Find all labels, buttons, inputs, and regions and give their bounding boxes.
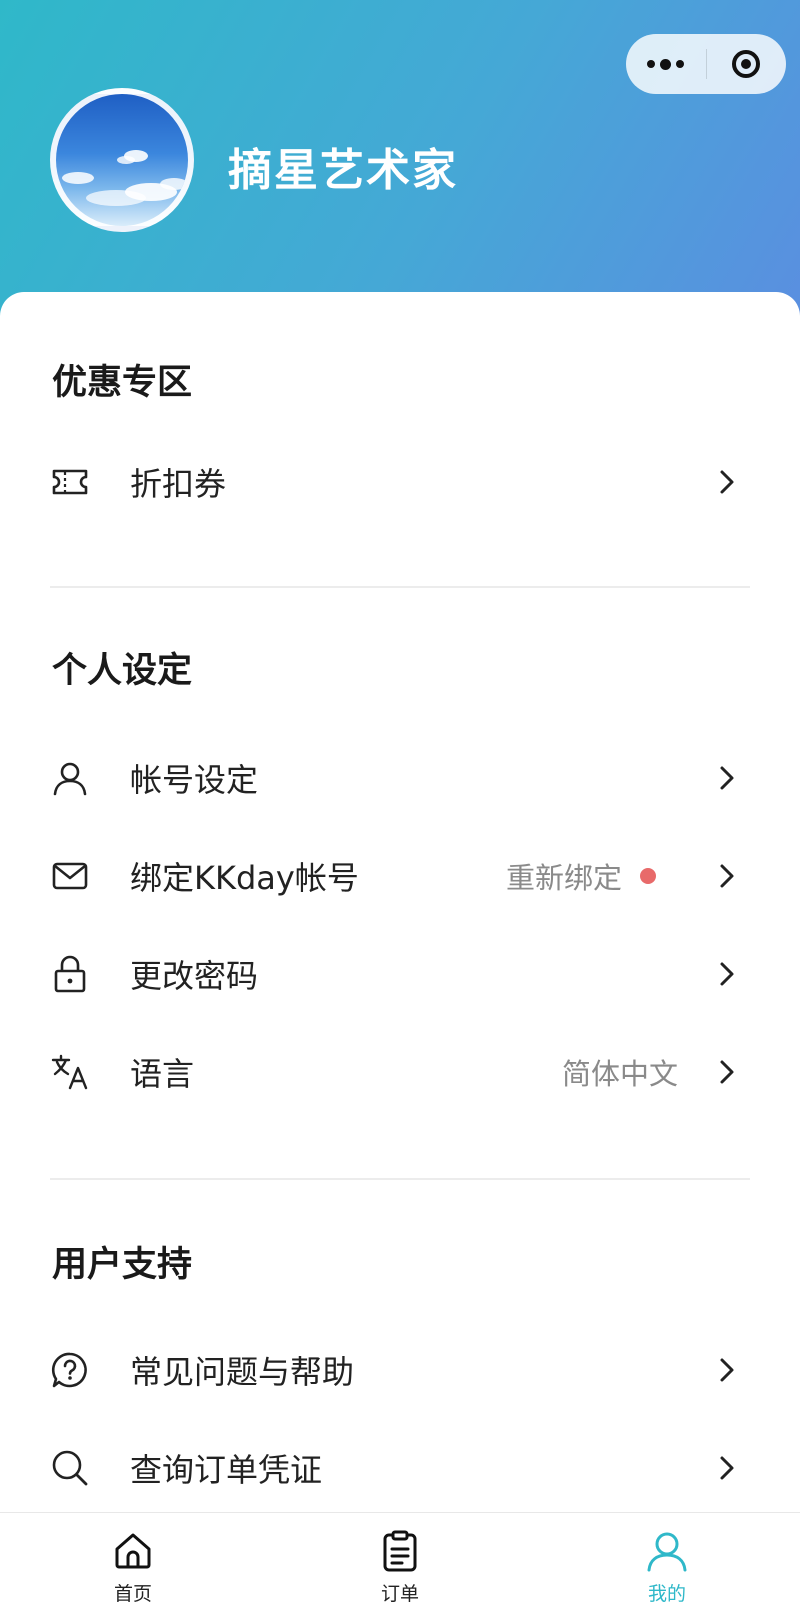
chevron-right-icon: [712, 467, 742, 497]
chevron-right-icon: [712, 861, 742, 891]
clipboard-icon: [377, 1529, 423, 1573]
list-item-order-voucher[interactable]: 查询订单凭证: [0, 1428, 800, 1508]
chevron-right-icon: [712, 1057, 742, 1087]
list-item-account-settings[interactable]: 帐号设定: [0, 738, 800, 818]
username: 摘星艺术家: [228, 145, 458, 196]
section-title-support: 用户支持: [52, 1245, 193, 1285]
profile-page: 摘星艺术家 优惠专区 折扣券 个人设定 帐号设定 绑定KKday帐号 重新绑定 …: [0, 0, 800, 1621]
sky-clouds-avatar: [62, 150, 188, 206]
tab-label: 我的: [647, 1583, 686, 1605]
tab-mine[interactable]: 我的: [587, 1513, 747, 1621]
bottom-tab-bar: 首页 订单 我的: [0, 1512, 800, 1621]
tab-orders[interactable]: 订单: [320, 1513, 480, 1621]
help-chat-icon: [50, 1350, 90, 1390]
tab-label: 首页: [113, 1583, 152, 1605]
list-item-label: 语言: [130, 1055, 195, 1093]
user-icon: [644, 1529, 690, 1573]
language-value: 简体中文: [561, 1057, 678, 1091]
lock-icon: [50, 954, 90, 994]
list-item-label: 帐号设定: [130, 761, 259, 799]
rebind-value: 重新绑定: [505, 861, 622, 895]
list-item-bind-kkday[interactable]: 绑定KKday帐号 重新绑定: [0, 836, 800, 916]
tab-label: 订单: [380, 1583, 419, 1605]
section-title-personal: 个人设定: [52, 651, 193, 691]
list-item-label: 绑定KKday帐号: [130, 859, 359, 897]
profile-header: 摘星艺术家: [0, 0, 800, 320]
list-item-coupons[interactable]: 折扣券: [0, 442, 800, 522]
more-button[interactable]: [626, 34, 706, 94]
target-icon: [732, 50, 761, 78]
settings-card: 优惠专区 折扣券 个人设定 帐号设定 绑定KKday帐号 重新绑定 更改密码 语…: [0, 292, 800, 1512]
home-icon: [110, 1529, 156, 1573]
list-item-label: 查询订单凭证: [130, 1451, 323, 1489]
section-title-promo: 优惠专区: [52, 363, 193, 403]
avatar[interactable]: [50, 88, 194, 232]
search-icon: [50, 1448, 90, 1488]
list-item-faq[interactable]: 常见问题与帮助: [0, 1330, 800, 1410]
ticket-icon: [50, 462, 90, 502]
list-item-label: 常见问题与帮助: [130, 1353, 355, 1391]
list-item-label: 更改密码: [130, 957, 259, 995]
notification-badge: [640, 868, 656, 884]
chevron-right-icon: [712, 1355, 742, 1385]
tab-home[interactable]: 首页: [53, 1513, 213, 1621]
user-icon: [50, 758, 90, 798]
mail-icon: [50, 856, 90, 896]
close-mini-program-button[interactable]: [707, 34, 787, 94]
list-item-language[interactable]: 语言 简体中文: [0, 1032, 800, 1112]
chevron-right-icon: [712, 763, 742, 793]
list-item-change-password[interactable]: 更改密码: [0, 934, 800, 1014]
chevron-right-icon: [712, 1453, 742, 1483]
mini-program-capsule: [626, 34, 786, 94]
section-divider: [50, 586, 750, 588]
section-divider: [50, 1178, 750, 1180]
more-dots-icon: [647, 58, 685, 70]
translate-icon: [50, 1052, 90, 1092]
list-item-label: 折扣券: [130, 465, 227, 503]
chevron-right-icon: [712, 959, 742, 989]
